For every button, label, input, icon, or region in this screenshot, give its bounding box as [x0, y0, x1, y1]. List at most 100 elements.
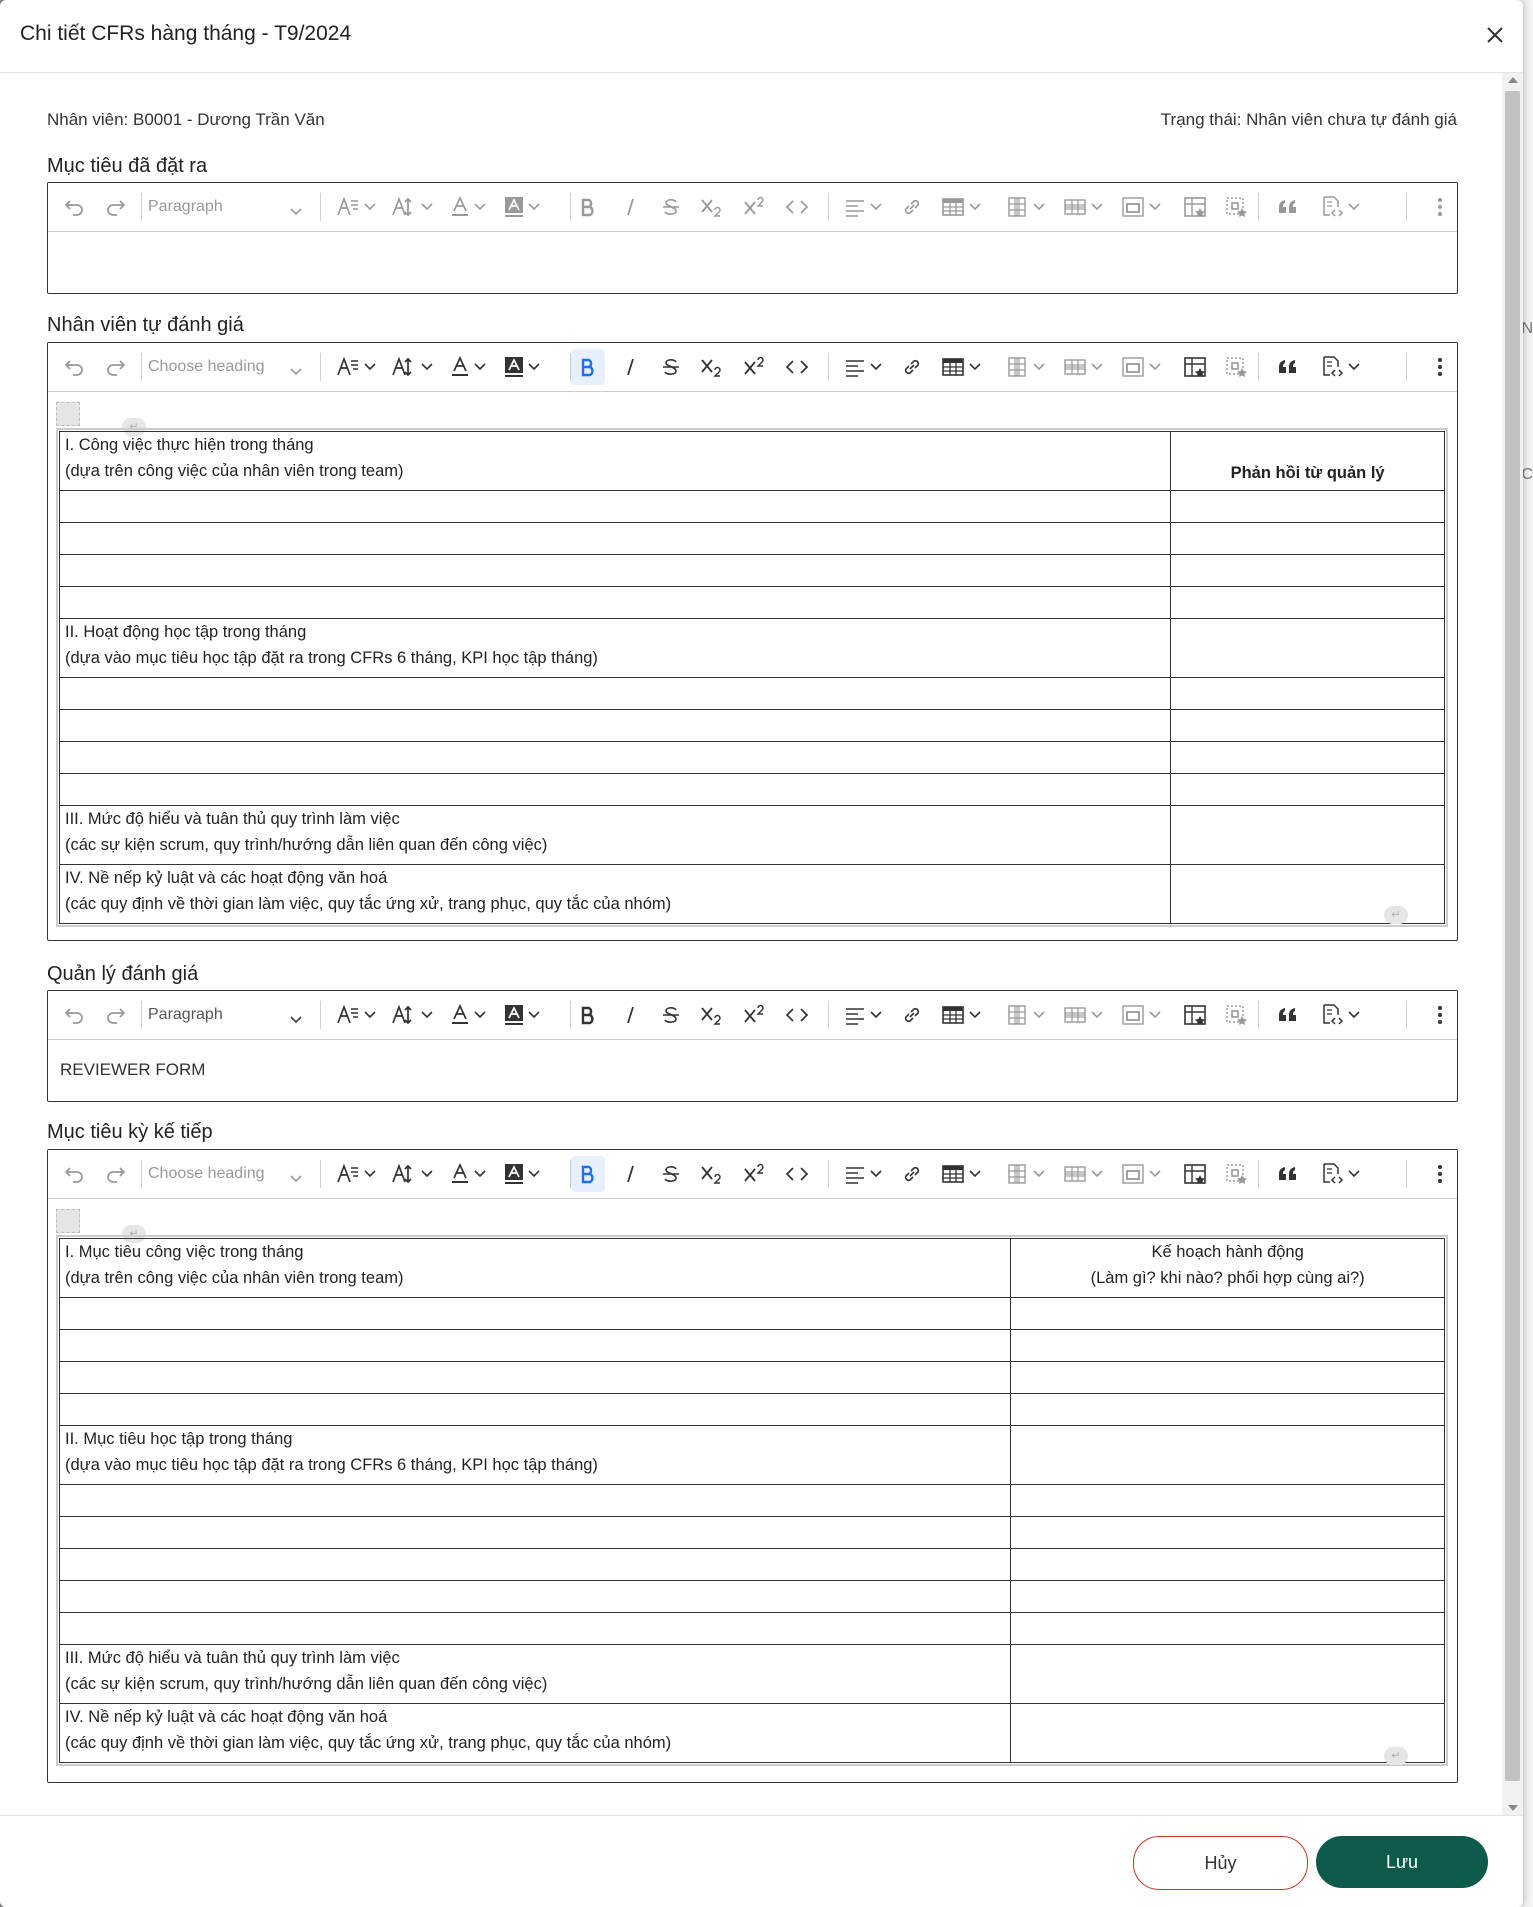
table-cell[interactable]: [58, 1484, 1012, 1517]
italic-icon[interactable]: [614, 183, 648, 231]
table-cell[interactable]: [58, 709, 1172, 742]
table-cell[interactable]: [58, 1361, 1012, 1394]
table-cell[interactable]: [58, 1612, 1012, 1645]
code-icon[interactable]: [780, 343, 814, 391]
manager-review-editor[interactable]: Paragraph REVIEWER FORM: [47, 990, 1458, 1102]
table-cell[interactable]: [58, 1297, 1012, 1330]
font-color-icon[interactable]: [444, 343, 492, 391]
table-row[interactable]: [58, 773, 1445, 806]
merge-cells-icon[interactable]: [1117, 183, 1165, 231]
undo-icon[interactable]: [57, 183, 91, 231]
align-icon[interactable]: [839, 1150, 887, 1198]
table-row-icon[interactable]: [1059, 991, 1107, 1039]
table-cell[interactable]: [58, 741, 1172, 774]
insert-table-icon[interactable]: [937, 1150, 985, 1198]
table-cell[interactable]: [58, 1393, 1012, 1426]
table-row[interactable]: II. Hoạt động học tập trong tháng (dựa và…: [58, 618, 1445, 678]
paragraph-after-marker[interactable]: ↵: [1384, 1747, 1408, 1765]
next-goals-content[interactable]: ↵ I. Mục tiêu công việc trong tháng (dựa …: [48, 1199, 1457, 1782]
table-row[interactable]: [58, 709, 1445, 742]
cell-properties-icon[interactable]: [1220, 343, 1254, 391]
source-editing-icon[interactable]: [1316, 183, 1364, 231]
table-cell[interactable]: [58, 1329, 1012, 1362]
font-family-icon[interactable]: [332, 343, 380, 391]
table-cell[interactable]: II. Mục tiêu học tập trong tháng (dựa vào…: [58, 1425, 1012, 1485]
table-cell[interactable]: [1010, 1297, 1445, 1330]
blockquote-icon[interactable]: [1271, 991, 1305, 1039]
scrollbar[interactable]: [1502, 73, 1523, 1815]
table-column-icon[interactable]: [1001, 991, 1049, 1039]
redo-icon[interactable]: [99, 183, 133, 231]
table-header-cell[interactable]: Kế hoạch hành động (Làm gì? khi nào? phối…: [1010, 1238, 1445, 1298]
table-cell[interactable]: [1170, 773, 1445, 806]
undo-icon[interactable]: [57, 343, 91, 391]
table-cell[interactable]: [1170, 805, 1445, 865]
self-review-content[interactable]: ↵ I. Công việc thực hiện trong tháng (dựa…: [48, 392, 1457, 940]
table-cell[interactable]: [58, 1580, 1012, 1613]
superscript-icon[interactable]: [738, 1150, 772, 1198]
font-family-icon[interactable]: [332, 991, 380, 1039]
subscript-icon[interactable]: [695, 1150, 729, 1198]
goals-editor[interactable]: Paragraph: [47, 182, 1458, 294]
bold-icon[interactable]: [571, 183, 605, 231]
table-cell[interactable]: [58, 490, 1172, 523]
table-select-handle[interactable]: [56, 402, 80, 426]
goals-content[interactable]: [48, 232, 1457, 292]
table-row[interactable]: II. Mục tiêu học tập trong tháng (dựa vào…: [58, 1425, 1445, 1485]
font-family-icon[interactable]: [332, 1150, 380, 1198]
font-size-icon[interactable]: [388, 183, 436, 231]
table-cell[interactable]: [58, 554, 1172, 587]
table-row[interactable]: [58, 1516, 1445, 1549]
table-row[interactable]: [58, 490, 1445, 523]
next-goals-table[interactable]: I. Mục tiêu công việc trong tháng (dựa tr…: [56, 1235, 1448, 1766]
self-review-table[interactable]: I. Công việc thực hiện trong tháng (dựa t…: [56, 428, 1448, 927]
table-header-cell[interactable]: Phản hồi từ quản lý: [1170, 431, 1445, 491]
table-cell[interactable]: [1010, 1425, 1445, 1485]
code-icon[interactable]: [780, 1150, 814, 1198]
self-review-editor[interactable]: Choose heading ↵ I. Công việc thực hiện …: [47, 342, 1458, 941]
superscript-icon[interactable]: [738, 183, 772, 231]
table-row-icon[interactable]: [1059, 343, 1107, 391]
table-row[interactable]: I. Mục tiêu công việc trong tháng (dựa tr…: [58, 1238, 1445, 1298]
table-row[interactable]: [58, 741, 1445, 774]
table-row[interactable]: IV. Nề nếp kỷ luật và các hoạt động văn …: [58, 1703, 1445, 1763]
align-icon[interactable]: [839, 183, 887, 231]
table-column-icon[interactable]: [1001, 1150, 1049, 1198]
insert-table-icon[interactable]: [937, 343, 985, 391]
blockquote-icon[interactable]: [1271, 183, 1305, 231]
next-goals-editor[interactable]: Choose heading ↵ I. Mục tiêu công việc t…: [47, 1149, 1458, 1783]
blockquote-icon[interactable]: [1271, 1150, 1305, 1198]
table-cell[interactable]: [1170, 490, 1445, 523]
scroll-thumb[interactable]: [1505, 91, 1520, 1781]
table-properties-icon[interactable]: [1178, 343, 1212, 391]
font-background-icon[interactable]: [498, 1150, 546, 1198]
table-cell[interactable]: [1010, 1644, 1445, 1704]
scroll-up-icon[interactable]: [1508, 77, 1518, 83]
more-icon[interactable]: [1423, 1150, 1457, 1198]
table-cell[interactable]: [1170, 618, 1445, 678]
blockquote-icon[interactable]: [1271, 343, 1305, 391]
table-cell[interactable]: I. Công việc thực hiện trong tháng (dựa t…: [58, 431, 1172, 491]
table-properties-icon[interactable]: [1178, 991, 1212, 1039]
table-cell[interactable]: [1170, 677, 1445, 710]
table-cell[interactable]: III. Mức độ hiểu và tuân thủ quy trình l…: [58, 1644, 1012, 1704]
table-row[interactable]: [58, 1297, 1445, 1330]
table-row[interactable]: [58, 1484, 1445, 1517]
align-icon[interactable]: [839, 343, 887, 391]
font-background-icon[interactable]: [498, 991, 546, 1039]
strikethrough-icon[interactable]: [654, 1150, 688, 1198]
table-row[interactable]: [58, 1580, 1445, 1613]
font-color-icon[interactable]: [444, 1150, 492, 1198]
table-cell[interactable]: [58, 1516, 1012, 1549]
more-icon[interactable]: [1423, 183, 1457, 231]
bold-icon[interactable]: [571, 1156, 605, 1192]
close-icon[interactable]: [1480, 20, 1510, 50]
table-properties-icon[interactable]: [1178, 183, 1212, 231]
font-size-icon[interactable]: [388, 1150, 436, 1198]
heading-select[interactable]: Choose heading: [148, 343, 308, 391]
subscript-icon[interactable]: [695, 991, 729, 1039]
table-cell[interactable]: [1010, 1548, 1445, 1581]
table-row[interactable]: [58, 1548, 1445, 1581]
merge-cells-icon[interactable]: [1117, 343, 1165, 391]
code-icon[interactable]: [780, 183, 814, 231]
